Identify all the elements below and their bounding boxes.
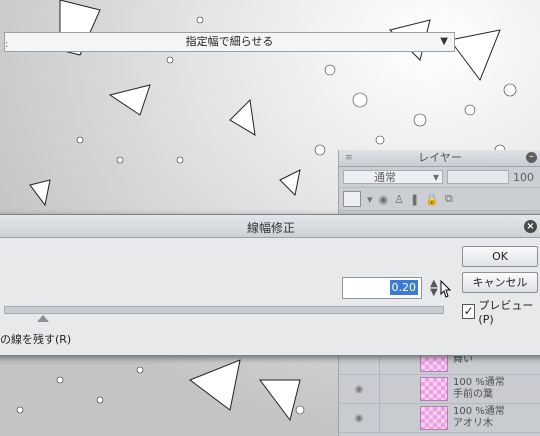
- clip-icon[interactable]: ⧉: [445, 192, 453, 206]
- ok-button[interactable]: OK: [462, 246, 538, 267]
- layer-opacity-mode: 100 %通常: [453, 406, 505, 417]
- cancel-button[interactable]: キャンセル: [462, 272, 538, 293]
- close-icon[interactable]: ×: [524, 220, 537, 233]
- color-swatch-icon[interactable]: [343, 191, 361, 207]
- dropdown-icon[interactable]: ▾: [367, 193, 373, 206]
- mode-select-value: 指定幅で細らせる: [185, 35, 274, 48]
- dialog-titlebar[interactable]: 線幅修正 ×: [0, 215, 540, 238]
- width-slider-thumb[interactable]: [37, 315, 49, 322]
- layer-item[interactable]: ◉ 100 %通常 手前の葉: [339, 375, 540, 404]
- select-edge-icon: :: [5, 39, 9, 50]
- width-slider-track[interactable]: [4, 306, 444, 314]
- layer-blend-row: 通常 100: [339, 167, 540, 188]
- opacity-slider[interactable]: [447, 170, 509, 184]
- opacity-value: 100: [513, 170, 534, 184]
- eye-icon[interactable]: ◉: [351, 413, 367, 424]
- preview-checkbox-row[interactable]: ✓ プレビュー(P): [462, 297, 540, 326]
- reference-icon[interactable]: ♙: [394, 193, 404, 206]
- layer-item[interactable]: ◉ 100 %通常 アオリ木: [339, 404, 540, 433]
- layer-info: 100 %通常 アオリ木: [453, 406, 505, 430]
- layer-indent: [379, 404, 420, 432]
- layer-tools-row: ▾ ◉ ♙ ❚ 🔒 ⧉: [339, 188, 540, 211]
- layer-panel-titlebar[interactable]: ≡ レイヤー –: [339, 150, 540, 167]
- layer-info: 100 %通常 手前の葉: [453, 377, 505, 401]
- color-icon[interactable]: ❚: [410, 193, 419, 206]
- width-value: 0.20: [389, 280, 418, 295]
- mode-select[interactable]: : 指定幅で細らせる ▼: [4, 32, 455, 52]
- line-width-dialog: 線幅修正 ×: [0, 214, 540, 356]
- layer-panel-title: レイヤー: [418, 151, 462, 164]
- blend-mode-select[interactable]: 通常: [343, 170, 443, 185]
- dialog-title: 線幅修正: [246, 221, 295, 235]
- layer-name: 手前の葉: [453, 389, 493, 400]
- minimize-icon[interactable]: –: [526, 152, 537, 163]
- lock-icon[interactable]: 🔒: [425, 193, 439, 206]
- layer-indent: [379, 375, 420, 403]
- eye-icon[interactable]: ◉: [351, 384, 367, 395]
- chevron-down-icon[interactable]: ▼: [440, 33, 448, 51]
- layer-thumbnail: [420, 406, 448, 430]
- preview-checkbox[interactable]: ✓: [462, 304, 476, 319]
- layer-thumbnail: [420, 377, 448, 401]
- layer-list: 舞い ◉ 100 %通常 手前の葉 ◉ 100 %通常 アオリ木: [339, 346, 540, 433]
- grip-icon[interactable]: ≡: [345, 150, 353, 166]
- layer-name: アオリ木: [453, 418, 493, 429]
- mouse-cursor-icon: [440, 280, 452, 298]
- layer-opacity-mode: 100 %通常: [453, 377, 505, 388]
- keep-lines-label[interactable]: の線を残す(R): [0, 331, 71, 347]
- preview-label: プレビュー(P): [478, 299, 534, 326]
- layer-mask-icon[interactable]: ◉: [379, 193, 389, 206]
- width-value-input[interactable]: 0.20: [342, 277, 422, 299]
